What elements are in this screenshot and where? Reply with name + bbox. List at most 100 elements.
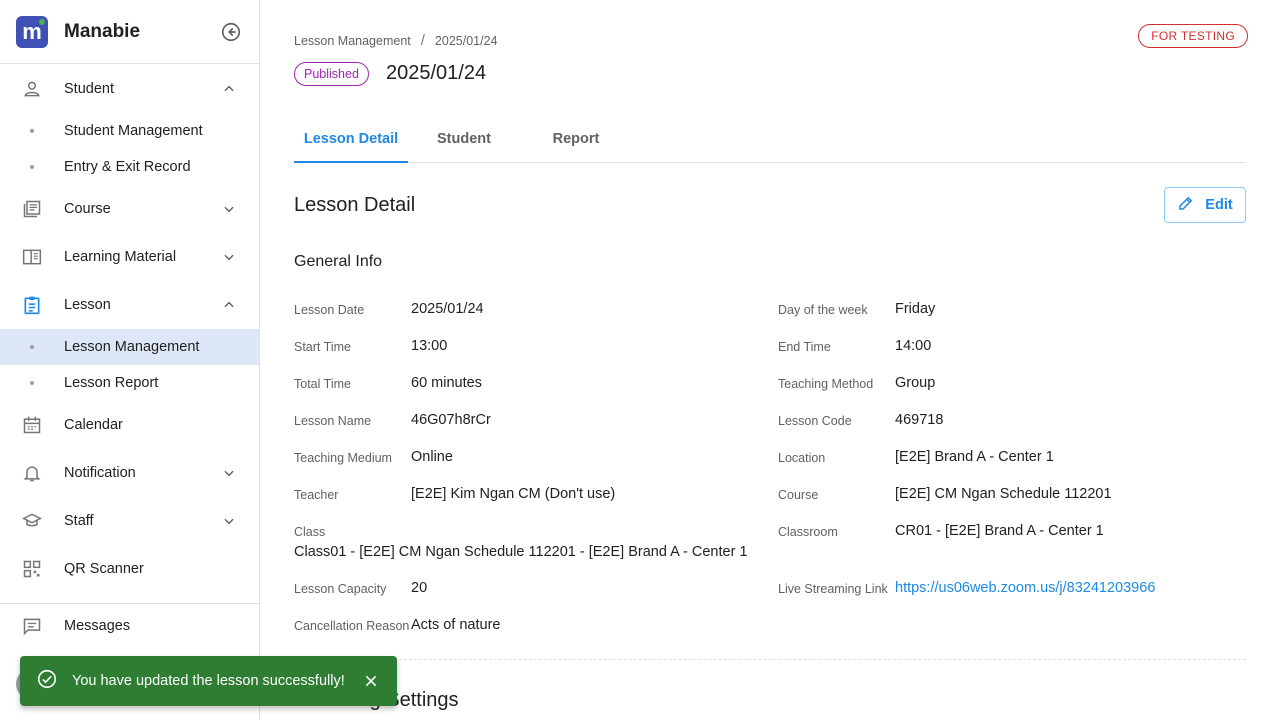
field-value-class: Class01 - [E2E] CM Ngan Schedule 112201 … bbox=[294, 544, 748, 560]
bullet-icon bbox=[30, 345, 34, 349]
edit-button-label: Edit bbox=[1205, 197, 1233, 213]
sidebar-item-learning-material[interactable]: Learning Material bbox=[0, 237, 259, 277]
field-label-teaching-medium: Teaching Medium bbox=[294, 451, 392, 465]
field-value-start-time: 13:00 bbox=[411, 338, 448, 354]
field-label-lesson-code: Lesson Code bbox=[778, 414, 852, 428]
tab-student[interactable]: Student bbox=[408, 116, 520, 162]
field-label-location: Location bbox=[778, 451, 826, 465]
field-label-total-time: Total Time bbox=[294, 377, 351, 391]
clipboard-icon bbox=[20, 293, 44, 317]
field-label-teaching-method: Teaching Method bbox=[778, 377, 874, 391]
breadcrumb-link-lesson-management[interactable]: Lesson Management bbox=[294, 34, 411, 48]
sidebar-item-calendar[interactable]: Calendar bbox=[0, 405, 259, 445]
sidebar-item-notification[interactable]: Notification bbox=[0, 453, 259, 493]
sidebar-item-student-management[interactable]: Student Management bbox=[0, 113, 259, 149]
field-value-end-time: 14:00 bbox=[895, 338, 932, 354]
tab-report[interactable]: Report bbox=[520, 116, 632, 162]
page-title: 2025/01/24 bbox=[386, 62, 487, 84]
field-label-lesson-date: Lesson Date bbox=[294, 303, 365, 317]
collapse-sidebar-icon[interactable] bbox=[219, 20, 243, 44]
pencil-icon bbox=[1177, 194, 1195, 216]
field-value-lesson-date: 2025/01/24 bbox=[411, 301, 484, 317]
sidebar-item-lesson[interactable]: Lesson bbox=[0, 285, 259, 325]
field-label-teacher: Teacher bbox=[294, 488, 339, 502]
field-value-lesson-code: 469718 bbox=[895, 412, 944, 428]
bullet-icon bbox=[30, 129, 34, 133]
tab-bar: Lesson Detail Student Report bbox=[294, 116, 1246, 163]
sidebar-item-staff[interactable]: Staff bbox=[0, 501, 259, 541]
course-icon bbox=[20, 197, 44, 221]
tab-lesson-detail[interactable]: Lesson Detail bbox=[294, 116, 408, 163]
check-circle-icon bbox=[36, 668, 58, 694]
field-label-course: Course bbox=[778, 488, 819, 502]
main-content: Lesson Management / 2025/01/24 FOR TESTI… bbox=[260, 0, 1280, 720]
breadcrumb-current: 2025/01/24 bbox=[434, 33, 498, 48]
field-label-live-streaming-link: Live Streaming Link bbox=[778, 582, 888, 596]
field-value-location: [E2E] Brand A - Center 1 bbox=[895, 449, 1054, 465]
section-divider bbox=[294, 659, 1246, 660]
school-icon bbox=[20, 509, 44, 533]
sidebar-item-label: Student bbox=[64, 81, 114, 97]
field-value-teacher: [E2E] Kim Ngan CM (Don't use) bbox=[411, 486, 616, 502]
sidebar-item-label: Lesson Management bbox=[64, 339, 200, 355]
field-label-lesson-capacity: Lesson Capacity bbox=[294, 582, 387, 596]
app-name: Manabie bbox=[64, 20, 141, 42]
qr-code-icon bbox=[20, 557, 44, 581]
chevron-down-icon bbox=[217, 509, 241, 533]
breadcrumb: Lesson Management / 2025/01/24 bbox=[294, 32, 497, 49]
person-icon bbox=[20, 77, 44, 101]
field-value-course: [E2E] CM Ngan Schedule 112201 bbox=[895, 486, 1112, 502]
sidebar-item-label: Notification bbox=[64, 465, 136, 481]
field-label-classroom: Classroom bbox=[778, 525, 838, 539]
toast-message: You have updated the lesson successfully… bbox=[72, 673, 345, 689]
sidebar-item-label: Calendar bbox=[64, 417, 123, 433]
field-value-teaching-method: Group bbox=[895, 375, 936, 391]
field-label-end-time: End Time bbox=[778, 340, 831, 354]
field-label-class: Class bbox=[294, 525, 326, 539]
close-icon[interactable] bbox=[361, 671, 381, 691]
message-icon bbox=[20, 614, 44, 638]
sidebar: m Manabie Student Student Management Ent… bbox=[0, 0, 260, 720]
bullet-icon bbox=[30, 381, 34, 385]
edit-button[interactable]: Edit bbox=[1164, 187, 1246, 223]
brand-header: m Manabie bbox=[0, 0, 259, 64]
chevron-down-icon bbox=[217, 461, 241, 485]
field-value-teaching-medium: Online bbox=[411, 449, 453, 465]
sidebar-item-lesson-management[interactable]: Lesson Management bbox=[0, 329, 259, 365]
field-value-total-time: 60 minutes bbox=[411, 375, 482, 391]
sidebar-item-lesson-report[interactable]: Lesson Report bbox=[0, 365, 259, 401]
field-label-start-time: Start Time bbox=[294, 340, 351, 354]
calendar-icon bbox=[20, 413, 44, 437]
sidebar-item-entry-exit-record[interactable]: Entry & Exit Record bbox=[0, 149, 259, 185]
book-icon bbox=[20, 245, 44, 269]
chevron-down-icon bbox=[217, 197, 241, 221]
status-badge: Published bbox=[294, 62, 369, 86]
field-value-cancellation-reason: Acts of nature bbox=[411, 617, 501, 633]
live-streaming-link[interactable]: https://us06web.zoom.us/j/83241203966 bbox=[895, 580, 1155, 596]
sidebar-item-student[interactable]: Student bbox=[0, 69, 259, 109]
success-toast: You have updated the lesson successfully… bbox=[20, 656, 397, 706]
breadcrumb-separator: / bbox=[420, 32, 425, 49]
sidebar-item-messages[interactable]: Messages bbox=[0, 606, 259, 646]
sidebar-item-label: Messages bbox=[64, 618, 131, 634]
bell-icon bbox=[20, 461, 44, 485]
sidebar-item-label: Lesson bbox=[64, 297, 111, 313]
field-value-lesson-capacity: 20 bbox=[411, 580, 428, 596]
sidebar-item-qr-scanner[interactable]: QR Scanner bbox=[0, 549, 259, 589]
chevron-up-icon bbox=[217, 77, 241, 101]
sidebar-item-label: Entry & Exit Record bbox=[64, 159, 191, 175]
sidebar-item-course[interactable]: Course bbox=[0, 189, 259, 229]
sidebar-item-label: Course bbox=[64, 201, 111, 217]
sidebar-item-label: Lesson Report bbox=[64, 375, 159, 391]
sidebar-item-label: Staff bbox=[64, 513, 94, 529]
chevron-down-icon bbox=[217, 245, 241, 269]
sidebar-item-label: Student Management bbox=[64, 123, 203, 139]
manabie-logo: m bbox=[16, 15, 48, 48]
field-value-lesson-name: 46G07h8rCr bbox=[411, 412, 491, 428]
environment-badge: FOR TESTING bbox=[1138, 24, 1248, 48]
sidebar-item-label: QR Scanner bbox=[64, 561, 144, 577]
field-label-day-of-week: Day of the week bbox=[778, 303, 868, 317]
general-info-title: General Info bbox=[294, 253, 383, 270]
bullet-icon bbox=[30, 165, 34, 169]
sidebar-item-label: Learning Material bbox=[64, 249, 177, 265]
